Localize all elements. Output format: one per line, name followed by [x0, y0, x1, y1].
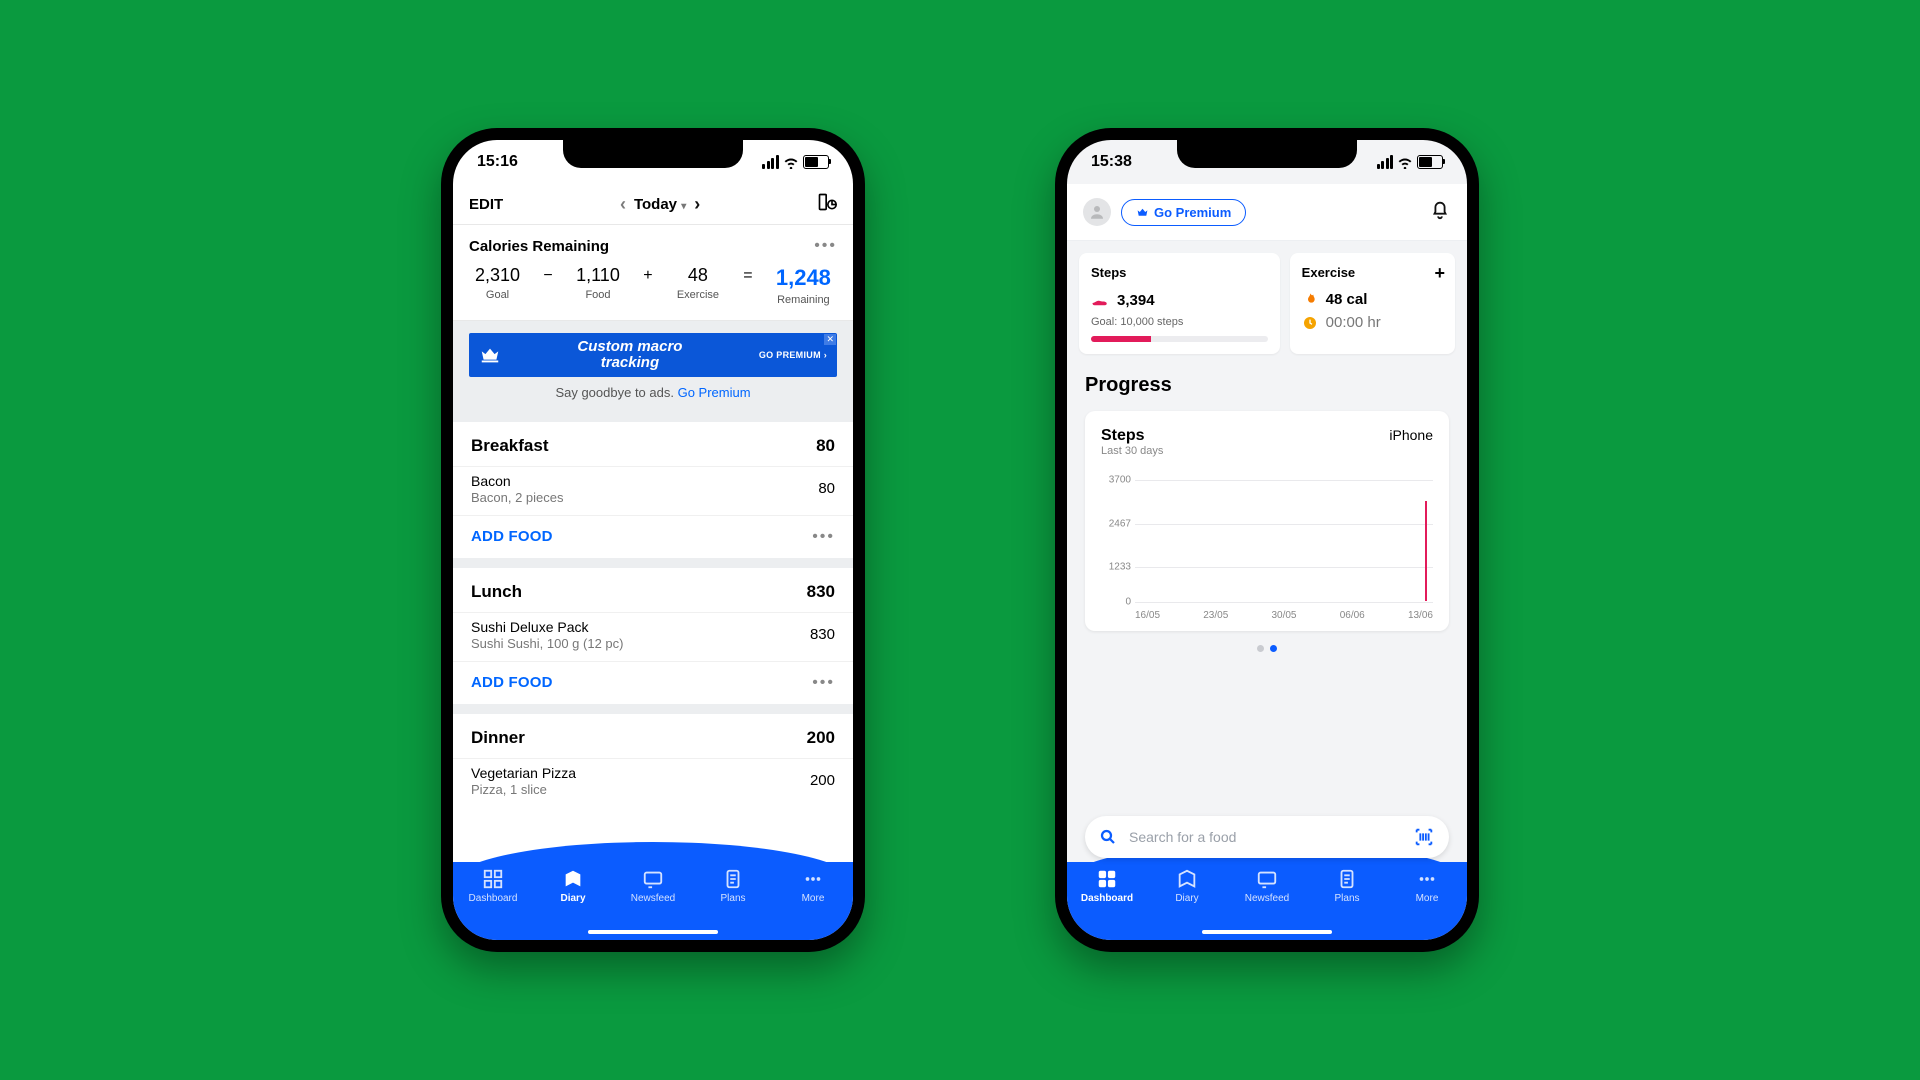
add-exercise-button[interactable]: + [1434, 263, 1445, 284]
go-premium-link[interactable]: Go Premium [678, 385, 751, 400]
phone-diary: 15:16 EDIT ‹ Today ▾ › [441, 128, 865, 952]
meal-lunch: Lunch830 Sushi Deluxe PackSushi Sushi, 1… [453, 558, 853, 704]
search-input[interactable] [1127, 828, 1403, 846]
bell-icon [1429, 199, 1451, 221]
shoe-icon [1091, 291, 1109, 309]
chart-device: iPhone [1389, 427, 1433, 443]
steps-chart-card[interactable]: StepsLast 30 days iPhone 3700 2467 1233 … [1085, 411, 1449, 631]
date-picker[interactable]: Today ▾ [634, 196, 686, 213]
tab-plans[interactable]: Plans [703, 868, 763, 904]
barcode-icon[interactable] [1413, 826, 1435, 848]
meal-more-button[interactable]: ••• [812, 528, 835, 546]
wifi-icon [1397, 156, 1413, 169]
meal-breakfast: Breakfast80 BaconBacon, 2 pieces 80 ADD … [453, 412, 853, 558]
exercise-card[interactable]: + Exercise 48 cal 00:00 hr [1290, 253, 1455, 354]
tab-diary[interactable]: Diary [543, 868, 603, 904]
food-search[interactable] [1085, 816, 1449, 858]
notifications-button[interactable] [1429, 199, 1451, 226]
tab-dashboard[interactable]: Dashboard [1077, 868, 1137, 904]
food-value: 1,110 [576, 265, 620, 286]
phone-dashboard: 15:38 Go Premium [1055, 128, 1479, 952]
tab-diary[interactable]: Diary [1157, 868, 1217, 904]
avatar[interactable] [1083, 198, 1111, 226]
exercise-time: 00:00 hr [1326, 314, 1381, 331]
steps-goal: Goal: 10,000 steps [1091, 312, 1268, 328]
premium-banner[interactable]: ✕ Custom macrotracking GO PREMIUM › [469, 333, 837, 377]
food-item[interactable]: Sushi Deluxe PackSushi Sushi, 100 g (12 … [453, 612, 853, 661]
chart-pager[interactable] [1067, 635, 1467, 662]
calories-title: Calories Remaining [469, 238, 609, 255]
tab-newsfeed[interactable]: Newsfeed [1237, 868, 1297, 904]
goal-value: 2,310 [475, 265, 520, 286]
add-food-button[interactable]: ADD FOOD [471, 528, 553, 545]
prev-day-button[interactable]: ‹ [620, 194, 626, 215]
battery-icon [1417, 155, 1443, 169]
tab-bar: Dashboard Diary Newsfeed Plans More [453, 862, 853, 940]
meal-more-button[interactable]: ••• [812, 674, 835, 692]
tab-dashboard[interactable]: Dashboard [463, 868, 523, 904]
exercise-value: 48 [688, 265, 708, 286]
food-item[interactable]: BaconBacon, 2 pieces 80 [453, 466, 853, 515]
diary-topbar: EDIT ‹ Today ▾ › [453, 184, 853, 225]
go-premium-button[interactable]: Go Premium [1121, 199, 1246, 226]
dashboard-header: Go Premium [1067, 184, 1467, 241]
progress-title: Progress [1067, 366, 1467, 401]
steps-progress [1091, 336, 1268, 342]
crown-icon [479, 344, 501, 366]
add-food-button[interactable]: ADD FOOD [471, 674, 553, 691]
calories-formula: 2,310Goal − 1,110Food + 48Exercise = 1,2… [453, 261, 853, 321]
chart-bar [1425, 501, 1427, 601]
ad-close-icon[interactable]: ✕ [824, 334, 836, 345]
tab-more[interactable]: More [1397, 868, 1457, 904]
exercise-cal: 48 cal [1326, 291, 1368, 308]
steps-value: 3,394 [1117, 292, 1155, 309]
tab-more[interactable]: More [783, 868, 843, 904]
clock-icon [1302, 315, 1318, 331]
nutrition-icon[interactable] [817, 192, 837, 216]
tab-bar: Dashboard Diary Newsfeed Plans More [1067, 862, 1467, 940]
signal-icon [762, 155, 779, 169]
status-time: 15:38 [1091, 153, 1132, 171]
next-day-button[interactable]: › [694, 194, 700, 215]
wifi-icon [783, 156, 799, 169]
status-time: 15:16 [477, 153, 518, 171]
food-item[interactable]: Vegetarian PizzaPizza, 1 slice 200 [453, 758, 853, 807]
flame-icon [1302, 292, 1318, 308]
steps-chart: 3700 2467 1233 0 16/0523/0530/0506/0613/… [1101, 471, 1433, 621]
search-icon [1099, 828, 1117, 846]
calories-more-button[interactable]: ••• [814, 237, 837, 255]
meal-dinner: Dinner200 Vegetarian PizzaPizza, 1 slice… [453, 704, 853, 807]
tab-newsfeed[interactable]: Newsfeed [623, 868, 683, 904]
crown-icon [1136, 206, 1149, 219]
battery-icon [803, 155, 829, 169]
signal-icon [1377, 155, 1394, 169]
steps-card[interactable]: Steps 3,394 Goal: 10,000 steps [1079, 253, 1280, 354]
ad-caption: Say goodbye to ads. Go Premium [469, 377, 837, 400]
remaining-value: 1,248 [776, 265, 831, 291]
tab-plans[interactable]: Plans [1317, 868, 1377, 904]
edit-button[interactable]: EDIT [469, 196, 503, 213]
